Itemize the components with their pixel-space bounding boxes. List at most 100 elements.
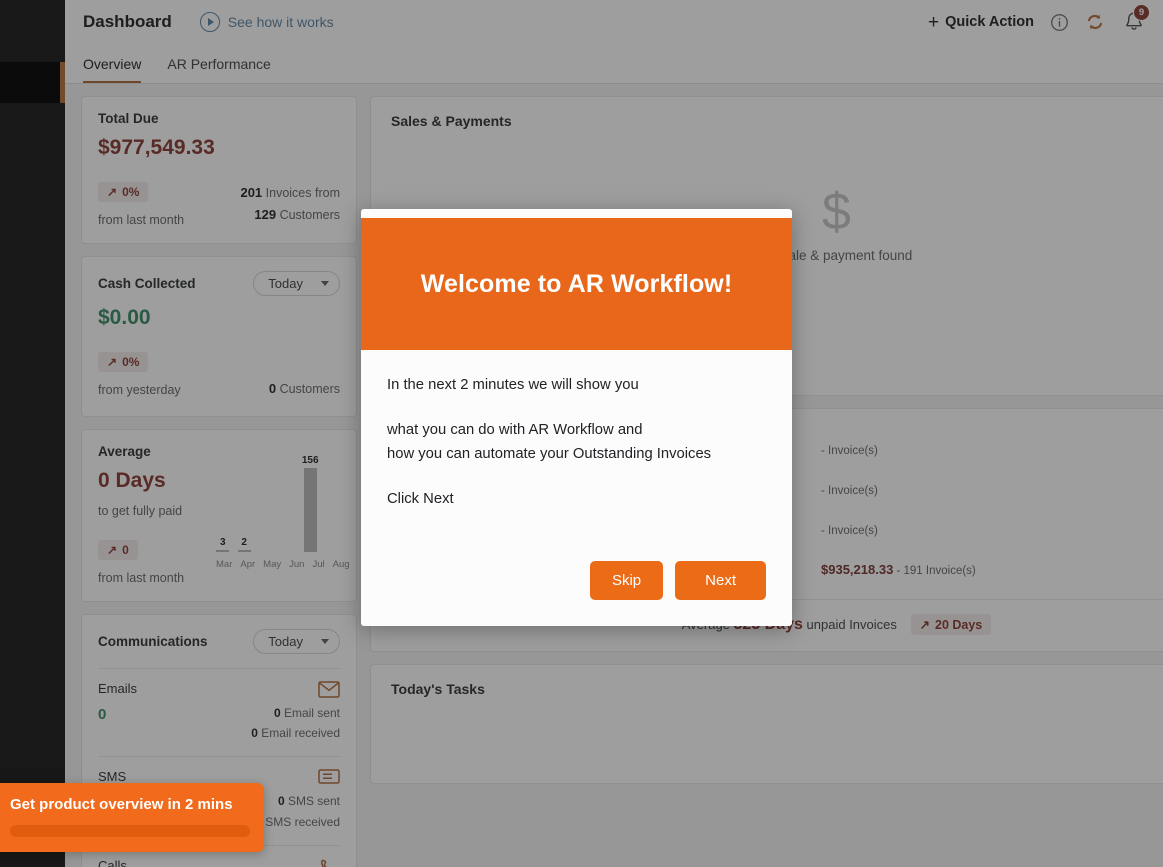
see-how-it-works-link[interactable]: See how it works — [199, 12, 334, 32]
modal-line-2a: what you can do with AR Workflow and — [387, 421, 643, 438]
card-title: Total Due — [98, 111, 159, 126]
welcome-modal: Welcome to AR Workflow! In the next 2 mi… — [361, 209, 792, 626]
arrow-up-icon: ↗ — [107, 355, 118, 369]
panel-title: Today's Tasks — [391, 681, 485, 697]
communications-range-select[interactable]: Today — [253, 628, 340, 654]
panel-todays-tasks: Today's Tasks — [370, 664, 1163, 784]
stat-label: Email received — [261, 726, 340, 741]
phone-icon — [254, 858, 340, 867]
arrow-up-icon: ↗ — [107, 542, 118, 557]
info-icon[interactable] — [1050, 13, 1069, 32]
modal-line-2: what you can do with AR Workflow and how… — [387, 419, 766, 467]
stat-label: SMS sent — [287, 794, 340, 809]
bar — [327, 550, 340, 552]
skip-button[interactable]: Skip — [589, 560, 664, 600]
plus-icon: + — [928, 11, 940, 33]
modal-line-2b: how you can automate your Outstanding In… — [387, 445, 712, 462]
modal-footer: Skip Next — [361, 539, 792, 626]
customers-label: Customers — [279, 207, 340, 222]
bar — [281, 550, 294, 552]
comm-label: Calls — [98, 858, 127, 867]
footer-suffix: unpaid Invoices — [806, 617, 897, 632]
chevron-down-icon — [321, 281, 329, 286]
customers-count: 129 — [254, 206, 277, 222]
x-axis-tick-label: Apr — [240, 558, 256, 570]
top-bar-actions: + Quick Action 9 — [928, 4, 1163, 37]
bar-column — [280, 452, 293, 552]
aging-amount: - Invoice(s) — [821, 482, 878, 497]
bar-value-label: 156 — [301, 454, 319, 466]
modal-line-3: Click Next — [387, 490, 454, 507]
delta-note: from last month — [98, 213, 185, 227]
card-total-due: Total Due $977,549.33 ↗ 0% from last mon… — [81, 96, 357, 244]
average-days-bar-chart: 3 2 156 Mar Apr May Jun Jul Aug — [216, 450, 350, 570]
notification-badge: 9 — [1133, 4, 1150, 21]
modal-body: In the next 2 minutes we will show you w… — [361, 350, 792, 539]
delta-value: 0 — [122, 542, 129, 557]
aging-count: - Invoice(s) — [821, 484, 878, 497]
quick-action-button[interactable]: + Quick Action — [928, 13, 1034, 32]
cash-collected-range-select[interactable]: Today — [253, 271, 340, 296]
helper-progress-bar — [10, 825, 250, 837]
tab-overview[interactable]: Overview — [83, 56, 142, 83]
chip-value: 20 Days — [935, 617, 983, 632]
sidebar-item-dashboard[interactable]: Dashboard — [0, 62, 65, 103]
bar-column — [327, 452, 340, 552]
card-cash-collected: Cash Collected Today $0.00 ↗ 0% from yes… — [81, 256, 357, 417]
card-title: Cash Collected — [98, 276, 196, 291]
invoices-count: 201 — [240, 185, 263, 200]
tab-label: AR Performance — [167, 56, 271, 72]
comm-count: 0 — [98, 705, 107, 723]
tab-ar-performance[interactable]: AR Performance — [167, 56, 270, 83]
stat-label: Email sent — [283, 705, 340, 720]
refresh-icon[interactable] — [1085, 12, 1105, 32]
delta-note: from yesterday — [98, 383, 181, 397]
play-icon — [199, 12, 220, 32]
aging-count: - Invoice(s) — [821, 524, 878, 537]
arrow-up-icon: ↗ — [107, 185, 118, 199]
x-axis-tick-label: Mar — [216, 558, 233, 570]
card-average: Average 0 Days to get fully paid ↗ 0 fro… — [81, 428, 357, 602]
aging-amount: - Invoice(s) — [821, 442, 878, 457]
x-axis-tick-label: Aug — [332, 558, 350, 570]
aging-count: - 191 Invoice(s) — [893, 564, 976, 577]
aging-amount: - Invoice(s) — [821, 522, 878, 537]
bar — [237, 549, 251, 552]
modal-heading: Welcome to AR Workflow! — [420, 269, 733, 298]
delta-note: from last month — [98, 570, 185, 585]
delta-value: 0% — [122, 355, 140, 369]
bar-column: 156 — [302, 452, 319, 552]
see-how-it-works-label: See how it works — [227, 14, 334, 30]
notifications-button[interactable]: 9 — [1121, 4, 1150, 37]
modal-line-1: In the next 2 minutes we will show you — [387, 377, 639, 393]
next-button[interactable]: Next — [675, 560, 766, 600]
x-axis-tick-label: Jun — [289, 558, 305, 570]
selected-range: Today — [268, 633, 303, 649]
sidebar-logo: AR Workflow — [0, 0, 65, 62]
bar-column — [259, 452, 272, 552]
comm-label: Emails — [98, 680, 138, 696]
arrow-up-icon: ↗ — [919, 618, 930, 632]
customers-label: Customers — [279, 382, 340, 396]
bar-value-label: 2 — [241, 536, 247, 548]
product-overview-helper[interactable]: Get product overview in 2 mins — [0, 783, 264, 852]
x-axis-tick-label: May — [263, 558, 282, 570]
communications-row-emails: Emails 0 0 Email sent 0 Email received — [98, 667, 340, 744]
panel-title: Sales & Payments — [391, 113, 512, 129]
stat-num: 0 — [277, 794, 285, 809]
selected-range: Today — [268, 276, 303, 291]
helper-title: Get product overview in 2 mins — [10, 796, 233, 813]
customers-count: 0 — [268, 381, 277, 396]
envelope-icon — [251, 680, 340, 703]
sidebar: AR Workflow Dashboard Report BETA — [0, 0, 65, 867]
bar-column: 3 — [216, 452, 230, 552]
stat-label: SMS received — [265, 814, 340, 829]
aging-amount: $935,218.33 - 191 Invoice(s) — [821, 561, 976, 577]
modal-header: Welcome to AR Workflow! — [361, 218, 792, 350]
card-title: Average — [98, 443, 151, 459]
cash-collected-value: $0.00 — [98, 306, 151, 329]
cash-collected-delta-chip: ↗ 0% — [98, 352, 149, 372]
sidebar-item-report[interactable]: Report — [0, 109, 65, 150]
average-subtitle: to get fully paid — [98, 503, 183, 518]
top-bar: Dashboard See how it works + Quick Actio… — [65, 0, 1163, 44]
